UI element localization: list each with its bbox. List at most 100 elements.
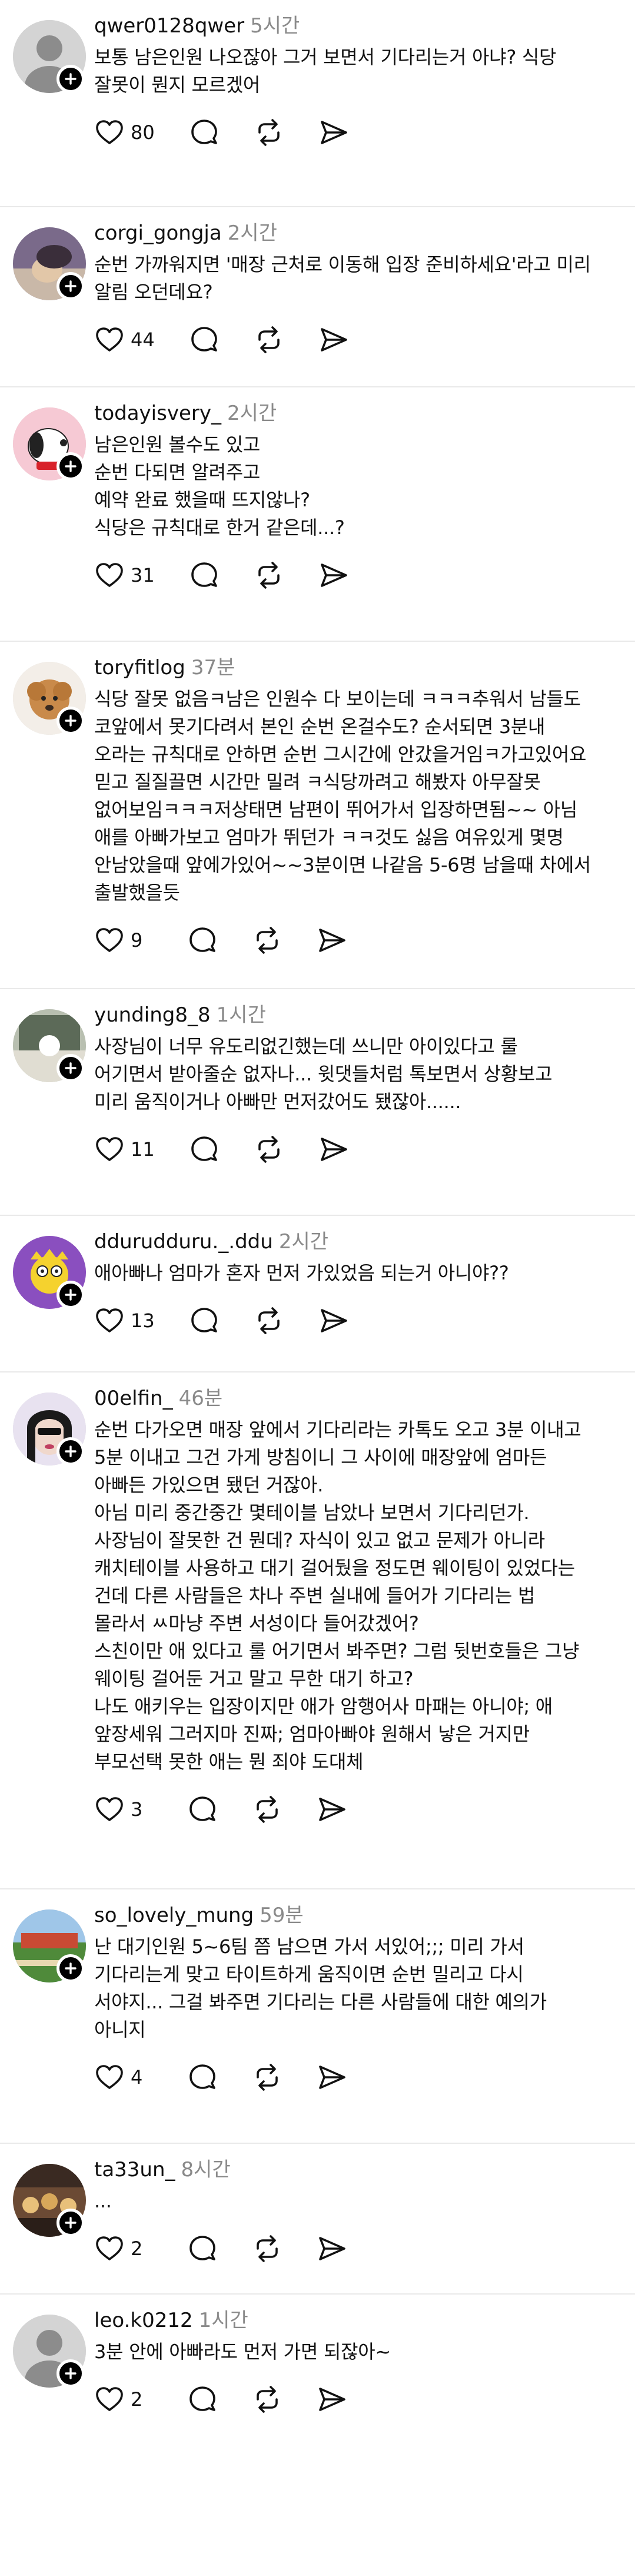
like-button[interactable]: 2: [94, 2384, 153, 2415]
follow-plus-icon[interactable]: [56, 2359, 85, 2388]
like-button[interactable]: 2: [94, 2233, 153, 2264]
avatar[interactable]: [13, 20, 86, 93]
like-button[interactable]: 11: [94, 1134, 155, 1165]
repost-icon: [258, 562, 280, 589]
share-button[interactable]: [317, 925, 347, 956]
username[interactable]: qwer0128qwer: [94, 14, 244, 38]
repost-button[interactable]: [252, 2062, 282, 2093]
repost-button[interactable]: [254, 1134, 284, 1165]
send-icon: [320, 121, 347, 144]
share-button[interactable]: [318, 324, 349, 355]
heart-icon: [96, 563, 123, 587]
repost-button[interactable]: [252, 2233, 282, 2264]
reply-button[interactable]: [189, 1305, 220, 1336]
follow-plus-icon[interactable]: [56, 1281, 85, 1309]
follow-plus-icon[interactable]: [56, 1437, 85, 1466]
post-header: leo.k0212 1시간: [94, 2295, 615, 2333]
username[interactable]: leo.k0212: [94, 2309, 193, 2332]
comment-text: 애아빠나 엄마가 혼자 먼저 가있었음 되는거 아니야??: [94, 1262, 509, 1284]
repost-icon: [257, 2235, 278, 2262]
share-button[interactable]: [318, 1134, 349, 1165]
share-button[interactable]: [317, 2384, 347, 2415]
username[interactable]: toryfitlog: [94, 656, 185, 679]
comment-text: 식당 잘못 없음ㅋ남은 인원수 다 보이는데 ㅋㅋㅋ추워서 남들도 코앞에서 못…: [94, 688, 591, 904]
reply-button[interactable]: [187, 2062, 218, 2093]
repost-button[interactable]: [252, 2384, 282, 2415]
action-bar: 2: [94, 2222, 615, 2275]
follow-plus-icon[interactable]: [56, 1954, 85, 1982]
post-header: ddurudduru._.ddu 2시간: [94, 1216, 615, 1255]
comment-bubble-icon: [191, 327, 217, 352]
avatar[interactable]: [13, 1909, 86, 1982]
username[interactable]: yunding8_8: [94, 1003, 211, 1027]
comment-bubble-icon: [191, 562, 217, 587]
share-button[interactable]: [317, 1794, 347, 1825]
repost-button[interactable]: [254, 1305, 284, 1336]
like-count: 31: [131, 564, 155, 586]
repost-button[interactable]: [254, 560, 284, 591]
like-button[interactable]: 13: [94, 1305, 155, 1336]
like-button[interactable]: 9: [94, 925, 153, 956]
repost-button[interactable]: [252, 1794, 282, 1825]
like-button[interactable]: 44: [94, 324, 155, 355]
repost-icon: [257, 2064, 278, 2091]
avatar[interactable]: [13, 1009, 86, 1082]
username[interactable]: ta33un_: [94, 2158, 175, 2182]
reply-button[interactable]: [187, 925, 218, 956]
avatar[interactable]: [13, 1236, 86, 1309]
comment-text: 사장님이 너무 유도리없긴했는데 쓰니만 아이있다고 룰 어기면서 받아줄순 없…: [94, 1035, 553, 1113]
reply-button[interactable]: [187, 2384, 218, 2415]
action-bar: 13: [94, 1294, 615, 1347]
username[interactable]: so_lovely_mung: [94, 1904, 254, 1927]
repost-icon: [257, 1796, 278, 1823]
reply-button[interactable]: [189, 117, 220, 148]
comment-text: 남은인원 볼수도 있고 순번 다되면 알려주고 예약 완료 했을때 뜨지않나? …: [94, 433, 345, 539]
avatar[interactable]: [13, 2315, 86, 2388]
repost-icon: [257, 2386, 278, 2413]
share-button[interactable]: [318, 560, 349, 591]
post-header: yunding8_8 1시간: [94, 989, 615, 1028]
reply-button[interactable]: [187, 2233, 218, 2264]
reply-button[interactable]: [189, 560, 220, 591]
timestamp: 5시간: [250, 14, 300, 38]
repost-button[interactable]: [254, 117, 284, 148]
share-button[interactable]: [318, 1305, 349, 1336]
reply-button[interactable]: [189, 1134, 220, 1165]
share-button[interactable]: [317, 2062, 347, 2093]
send-icon: [319, 929, 345, 952]
send-icon: [320, 563, 347, 587]
repost-button[interactable]: [254, 324, 284, 355]
reply-button[interactable]: [189, 324, 220, 355]
like-button[interactable]: 80: [94, 117, 155, 148]
avatar[interactable]: [13, 662, 86, 735]
username[interactable]: 00elfin_: [94, 1387, 173, 1410]
comment-text: 보통 남은인원 나오잖아 그거 보면서 기다리는거 아냐? 식당 잘못이 뭔지 …: [94, 46, 557, 96]
avatar[interactable]: [13, 1393, 86, 1466]
repost-button[interactable]: [252, 925, 282, 956]
comment-post: 00elfin_ 46분 순번 다가오면 매장 앞에서 기다리라는 카톡도 오고 …: [0, 1372, 635, 1889]
avatar[interactable]: [13, 2164, 86, 2237]
avatar[interactable]: [13, 227, 86, 300]
comment-text: 난 대기인원 5~6팀 쯤 남으면 가서 서있어;;; 미리 가서 기다리는게 …: [94, 1935, 547, 2041]
comment-feed: qwer0128qwer 5시간 보통 남은인원 나오잖아 그거 보면서 기다리는…: [0, 0, 635, 2576]
follow-plus-icon[interactable]: [56, 707, 85, 735]
timestamp: 59분: [260, 1904, 304, 1927]
like-button[interactable]: 3: [94, 1794, 153, 1825]
reply-button[interactable]: [187, 1794, 218, 1825]
username[interactable]: ddurudduru._.ddu: [94, 1230, 273, 1254]
follow-plus-icon[interactable]: [56, 65, 85, 93]
username[interactable]: todayisvery_: [94, 402, 221, 425]
send-icon: [319, 2066, 345, 2089]
like-count: 4: [131, 2066, 143, 2088]
share-button[interactable]: [318, 117, 349, 148]
follow-plus-icon[interactable]: [56, 2209, 85, 2237]
follow-plus-icon[interactable]: [56, 1054, 85, 1082]
follow-plus-icon[interactable]: [56, 272, 85, 300]
comment-bubble-icon: [189, 1796, 215, 1821]
share-button[interactable]: [317, 2233, 347, 2264]
username[interactable]: corgi_gongja: [94, 221, 222, 245]
like-button[interactable]: 31: [94, 560, 155, 591]
avatar[interactable]: [13, 407, 86, 480]
follow-plus-icon[interactable]: [56, 452, 85, 480]
like-button[interactable]: 4: [94, 2062, 153, 2093]
